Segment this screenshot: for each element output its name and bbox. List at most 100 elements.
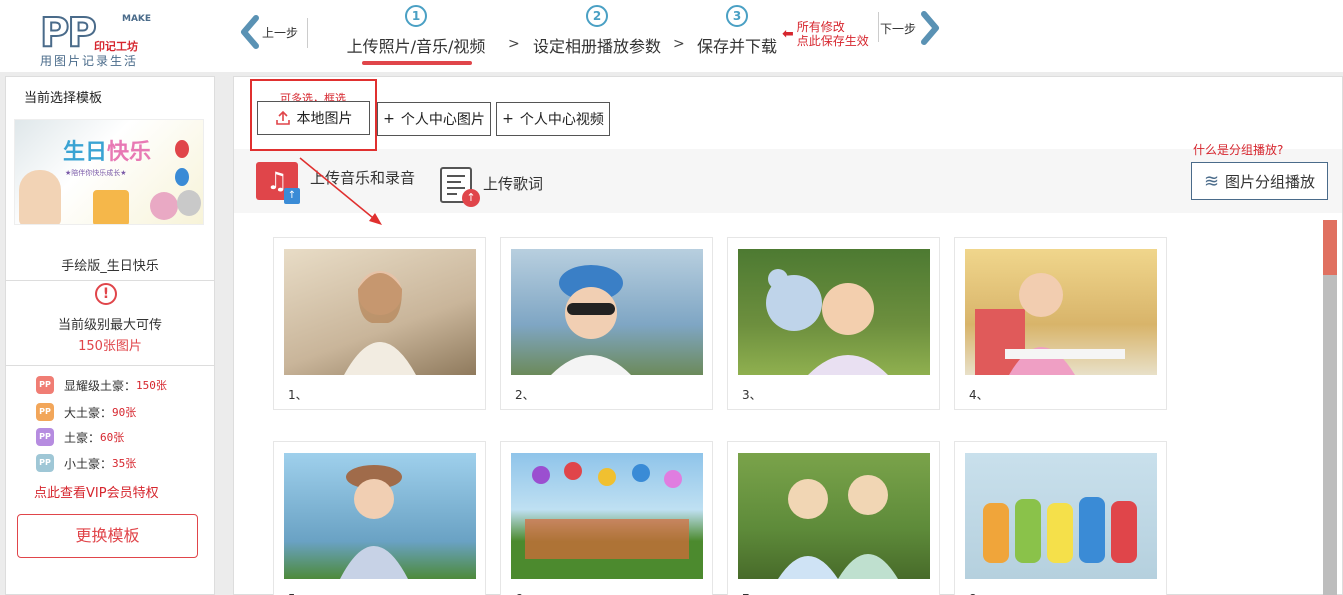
header: PP MAKE 印记工坊 用图片记录生活 上一步 1 上传照片/音乐/视频 > … [0, 0, 1343, 72]
photo-card[interactable]: 1、 [273, 237, 486, 410]
plus-icon: + [383, 111, 395, 127]
photo-caption: 6、 [515, 590, 535, 595]
photo-thumbnail [511, 453, 703, 579]
save-note[interactable]: ⬅ 所有修改 点此保存生效 [782, 20, 869, 48]
balloon-icon [175, 168, 189, 186]
logo[interactable]: PP MAKE 印记工坊 用图片记录生活 [39, 10, 152, 68]
page: PP MAKE 印记工坊 用图片记录生活 上一步 1 上传照片/音乐/视频 > … [0, 0, 1343, 595]
divider [878, 12, 879, 42]
photo-thumbnail [284, 453, 476, 579]
sidebar-title: 当前选择模板 [24, 91, 103, 106]
logo-make: MAKE [122, 14, 152, 24]
photo-caption: 5、 [288, 590, 308, 595]
template-name: 手绘版_生日快乐 [61, 259, 159, 274]
next-step-label: 下一步 [880, 21, 917, 36]
step-separator: > [673, 36, 685, 52]
group-play-help-link[interactable]: 什么是分组播放? [1193, 141, 1283, 158]
step-number: 3 [726, 5, 748, 27]
photo-thumbnail [738, 249, 930, 375]
arrow-left-icon: ⬅ [782, 26, 794, 42]
photo-thumbnail [738, 453, 930, 579]
group-play-button[interactable]: ≋ 图片分组播放 [1191, 162, 1328, 200]
divider [307, 18, 308, 48]
photo-thumbnail [511, 249, 703, 375]
step-number: 2 [586, 5, 608, 27]
local-images-label: 本地图片 [296, 111, 353, 127]
layers-icon: ≋ [1203, 170, 1220, 192]
photo-caption: 3、 [742, 388, 762, 402]
tier-name: 土豪： [64, 430, 101, 445]
tier-value: 35张 [112, 457, 137, 470]
tier-name: 显耀级土豪： [64, 378, 137, 393]
tier-row: PP 显耀级土豪： 150张 [36, 374, 167, 396]
animal-icon [150, 192, 178, 220]
personal-videos-button[interactable]: + 个人中心视频 [496, 102, 610, 136]
pp-badge-icon: PP [36, 376, 54, 394]
divider [6, 280, 214, 281]
prev-step-label: 上一步 [262, 25, 299, 40]
photo-caption: 7、 [742, 590, 762, 595]
photo-thumbnail [965, 249, 1157, 375]
personal-photos-button[interactable]: + 个人中心图片 [377, 102, 491, 136]
pp-badge-icon: PP [36, 454, 54, 472]
photo-thumbnail [284, 249, 476, 375]
active-step-indicator [362, 61, 472, 65]
upload-lyrics-link[interactable]: 上传歌词 [483, 173, 543, 194]
warning-icon: ! [95, 283, 117, 305]
photo-thumbnail [965, 453, 1157, 579]
step-3[interactable]: 3 保存并下载 [692, 5, 782, 65]
chevron-left-icon [241, 15, 259, 49]
tier-row: PP 大土豪： 90张 [36, 401, 136, 423]
photo-caption: 1、 [288, 388, 308, 402]
step-2[interactable]: 2 设定相册播放参数 [524, 5, 670, 65]
divider [6, 365, 214, 366]
tier-row: PP 小土豪： 35张 [36, 452, 136, 474]
photo-card[interactable]: 5、 [273, 441, 486, 595]
step-label: 上传照片/音乐/视频 [346, 37, 486, 56]
tier-value: 150张 [136, 379, 167, 392]
local-images-button[interactable]: 本地图片 [257, 101, 370, 135]
change-template-button[interactable]: 更换模板 [17, 514, 198, 558]
photo-card[interactable]: 4、 [954, 237, 1167, 410]
personal-videos-label: 个人中心视频 [519, 112, 604, 128]
vip-privileges-link[interactable]: 点此查看VIP会员特权 [34, 482, 159, 501]
template-thumbnail[interactable]: 生日快乐 ★陪伴你快乐成长★ [14, 119, 204, 225]
tier-value: 90张 [112, 406, 137, 419]
photo-card[interactable]: 8、 [954, 441, 1167, 595]
balloon-icon [175, 140, 189, 158]
scrollbar-thumb[interactable] [1323, 220, 1337, 275]
scrollbar-track[interactable] [1323, 220, 1337, 595]
step-number: 1 [405, 5, 427, 27]
hand-drawing [19, 170, 61, 224]
next-step-button[interactable]: 下一步 [880, 10, 942, 46]
upload-limit-label: 当前级别最大可传 [57, 318, 162, 333]
photo-caption: 4、 [969, 388, 989, 402]
logo-letters: PP [39, 10, 98, 56]
photo-card[interactable]: 3、 [727, 237, 940, 410]
plus-icon: + [502, 111, 514, 127]
pp-badge-icon: PP [36, 428, 54, 446]
tier-name: 小土豪： [64, 456, 113, 471]
pp-badge-icon: PP [36, 403, 54, 421]
thumb-subtitle: ★陪伴你快乐成长★ [65, 169, 127, 177]
photo-card[interactable]: 7、 [727, 441, 940, 595]
upload-panel: 可多选，框选 本地图片 + 个人中心图片 + 个人中心视频 ♫ ↑ 上传音乐和录… [233, 76, 1343, 595]
thumb-title: 生日快乐 [63, 140, 152, 165]
template-sidebar: 当前选择模板 生日快乐 ★陪伴你快乐成长★ 手绘版_生日快乐 ! 当前级别最大可… [5, 76, 215, 595]
photo-card[interactable]: 6、 [500, 441, 713, 595]
cake-icon [93, 190, 129, 224]
upload-arrow-icon: ↑ [284, 188, 300, 204]
save-note-line2: 点此保存生效 [796, 34, 869, 48]
tier-value: 60张 [100, 431, 125, 444]
step-1[interactable]: 1 上传照片/音乐/视频 [326, 5, 506, 65]
photo-caption: 2、 [515, 388, 535, 402]
tier-row: PP 土豪： 60张 [36, 426, 124, 448]
upload-limit-value: 150张图片 [78, 339, 142, 354]
group-play-label: 图片分组播放 [1225, 172, 1316, 191]
tier-name: 大土豪： [64, 405, 113, 420]
upload-arrow-icon: ↑ [462, 189, 480, 207]
photo-card[interactable]: 2、 [500, 237, 713, 410]
logo-slogan: 用图片记录生活 [40, 54, 139, 68]
prev-step-button[interactable]: 上一步 [238, 14, 298, 50]
upload-music-link[interactable]: 上传音乐和录音 [310, 167, 415, 188]
